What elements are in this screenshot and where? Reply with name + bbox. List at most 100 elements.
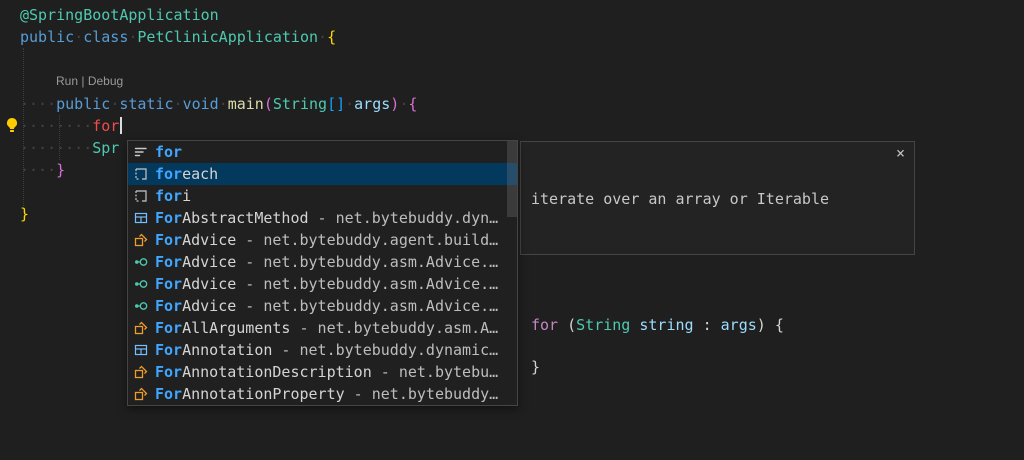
code-token: args: [354, 95, 390, 113]
suggestion-detail: - net.bytebuddy.asm.A…: [290, 319, 498, 337]
suggestion-detail: - net.bytebuddy…: [345, 385, 499, 403]
code-token: for: [531, 316, 558, 334]
docs-code-line: [531, 336, 904, 357]
codelens-run-link[interactable]: Run: [56, 74, 78, 88]
suggestion-detail: - net.bytebuddy.asm.Advice.…: [236, 297, 498, 315]
codelens-separator: |: [78, 74, 88, 88]
suggestion-item[interactable]: ForAnnotation - net.bytebuddy.dynamic…: [128, 339, 517, 361]
close-icon[interactable]: ×: [896, 145, 905, 161]
class-icon: [133, 232, 149, 248]
code-line: public·class·PetClinicApplication·{: [20, 26, 417, 48]
code-token: ) {: [757, 316, 784, 334]
suggestion-label: ForAllArguments: [155, 319, 290, 337]
suggestion-label: ForAnnotationProperty: [155, 385, 345, 403]
code-token: void: [183, 95, 219, 113]
code-token: String: [273, 95, 327, 113]
code-token: Spr: [92, 139, 119, 157]
suggestion-item[interactable]: ForAdvice - net.bytebuddy.asm.Advice.…: [128, 251, 517, 273]
code-token: ········: [20, 117, 92, 135]
code-token: {: [327, 28, 336, 46]
code-token: class: [83, 28, 128, 46]
lightbulb-icon[interactable]: [4, 117, 20, 133]
suggestion-detail: - net.bytebu…: [372, 363, 498, 381]
code-token: ········: [20, 139, 92, 157]
code-token: ·: [174, 95, 183, 113]
suggestion-item[interactable]: for: [128, 141, 517, 163]
suggestion-item[interactable]: ForAdvice - net.bytebuddy.asm.Advice.…: [128, 295, 517, 317]
docs-code-lines: for (String string : args) {}: [531, 315, 904, 378]
snippet-icon: [133, 188, 149, 204]
code-token: }: [56, 161, 65, 179]
code-token: ·: [110, 95, 119, 113]
code-token: static: [119, 95, 173, 113]
suggestion-detail: - net.bytebuddy.agent.build…: [236, 231, 498, 249]
code-token: public: [20, 28, 74, 46]
suggestion-label: foreach: [155, 165, 218, 183]
code-token: ·: [219, 95, 228, 113]
docs-description: iterate over an array or Iterable: [531, 189, 904, 210]
vscode-editor: { "colors": { "background": "#1f1f1f", "…: [0, 0, 1024, 460]
suggestion-label: ForAnnotationDescription: [155, 363, 372, 381]
code-token: main: [228, 95, 264, 113]
suggestion-item[interactable]: ForAdvice - net.bytebuddy.asm.Advice.…: [128, 273, 517, 295]
code-token: :: [694, 316, 721, 334]
code-line: ········for: [20, 115, 417, 137]
suggestion-detail: - net.bytebuddy.dyn…: [309, 209, 499, 227]
docs-code-line: for (String string : args) {: [531, 315, 904, 336]
suggestion-label: ForAnnotation: [155, 341, 272, 359]
keyword-icon: [133, 144, 149, 160]
suggestion-label: ForAdvice: [155, 231, 236, 249]
code-token: ·: [318, 28, 327, 46]
suggest-scrollbar[interactable]: [507, 141, 517, 217]
docs-blank-line: [531, 252, 904, 273]
class-icon: [133, 320, 149, 336]
suggestion-item[interactable]: foreach: [128, 163, 517, 185]
struct-icon: [133, 342, 149, 358]
suggestion-label: ForAdvice: [155, 297, 236, 315]
suggestion-item[interactable]: ForAllArguments - net.bytebuddy.asm.A…: [128, 317, 517, 339]
suggest-widget: for foreach fori ForAbstractMethod - net.by…: [127, 140, 518, 406]
suggestion-item[interactable]: ForAbstractMethod - net.bytebuddy.dyn…: [128, 207, 517, 229]
suggestion-item[interactable]: ForAnnotationDescription - net.bytebu…: [128, 361, 517, 383]
code-line: @SpringBootApplication: [20, 4, 417, 26]
struct-icon: [133, 210, 149, 226]
suggestion-label: fori: [155, 187, 191, 205]
class-icon: [133, 386, 149, 402]
code-token: (: [264, 95, 273, 113]
code-line: [20, 48, 417, 70]
interface-icon: [133, 254, 149, 270]
suggestion-detail: - net.bytebuddy.asm.Advice.…: [236, 253, 498, 271]
text-cursor: [120, 117, 122, 134]
code-token: []: [327, 95, 345, 113]
suggestion-item[interactable]: ForAnnotationProperty - net.bytebuddy…: [128, 383, 517, 405]
codelens: Run | Debug: [20, 70, 417, 93]
code-token: ····: [20, 161, 56, 179]
interface-icon: [133, 298, 149, 314]
code-token: @SpringBootApplication: [20, 6, 219, 24]
suggest-docs-panel: × iterate over an array or Iterable for …: [520, 141, 915, 255]
code-token: string: [639, 316, 693, 334]
code-token: }: [531, 358, 540, 376]
code-token: ·: [345, 95, 354, 113]
suggestion-detail: - net.bytebuddy.asm.Advice.…: [236, 275, 498, 293]
suggest-list: for foreach fori ForAbstractMethod - net.by…: [128, 141, 517, 405]
snippet-icon: [133, 166, 149, 182]
code-token: ·: [399, 95, 408, 113]
code-token: args: [721, 316, 757, 334]
suggestion-label: ForAdvice: [155, 253, 236, 271]
class-icon: [133, 364, 149, 380]
code-token: (: [558, 316, 576, 334]
suggestion-item[interactable]: fori: [128, 185, 517, 207]
suggestion-item[interactable]: ForAdvice - net.bytebuddy.agent.build…: [128, 229, 517, 251]
suggestion-label: for: [155, 143, 182, 161]
interface-icon: [133, 276, 149, 292]
suggestion-label: ForAbstractMethod: [155, 209, 309, 227]
suggestion-detail: - net.bytebuddy.dynamic…: [272, 341, 498, 359]
code-token: for: [92, 117, 119, 135]
code-token: String: [576, 316, 630, 334]
code-token: PetClinicApplication: [137, 28, 318, 46]
code-token: ·: [74, 28, 83, 46]
suggestion-label: ForAdvice: [155, 275, 236, 293]
codelens-debug-link[interactable]: Debug: [88, 74, 123, 88]
code-token: ): [390, 95, 399, 113]
